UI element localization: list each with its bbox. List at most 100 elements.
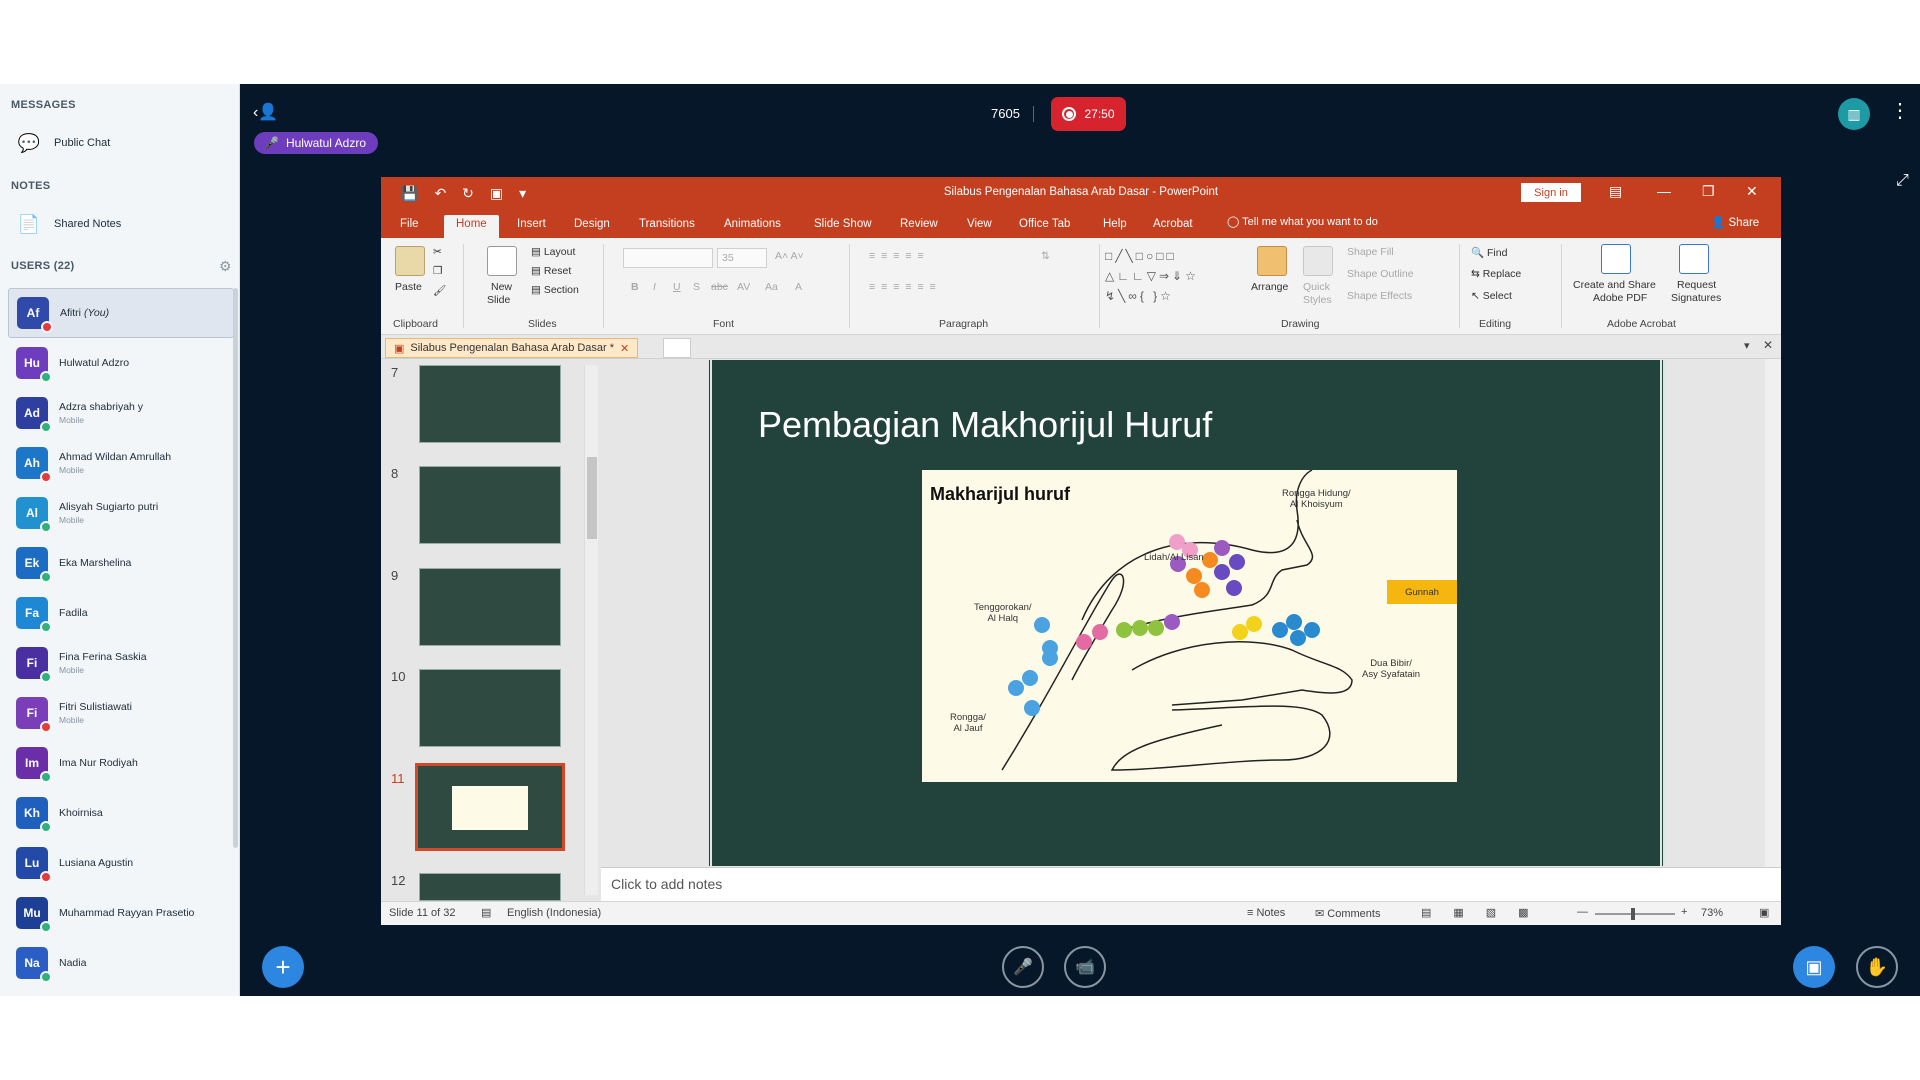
slide-title[interactable]: Pembagian Makhorijul Huruf [758, 404, 1212, 446]
sign-in-button[interactable]: Sign in [1521, 183, 1581, 202]
bold-icon[interactable]: B [631, 281, 639, 293]
user-list-item[interactable]: Af Afitri (You) [8, 288, 234, 338]
new-slide-button-line2[interactable]: Slide [487, 294, 510, 306]
user-list-item[interactable]: Ad Adzra shabriyah y Mobile [8, 388, 234, 438]
tab-transitions[interactable]: Transitions [639, 215, 695, 238]
ribbon-display-icon[interactable]: ▤ [1609, 183, 1622, 200]
notes-pane[interactable]: Click to add notes [601, 867, 1781, 901]
close-tab-icon[interactable]: ✕ [620, 342, 629, 355]
tab-file[interactable]: File [400, 215, 419, 238]
arrange-icon[interactable] [1257, 246, 1287, 276]
shadow-icon[interactable]: S [693, 281, 700, 293]
cut-icon[interactable]: ✂ [433, 246, 442, 258]
minimize-icon[interactable]: — [1657, 183, 1671, 199]
shapes-gallery[interactable]: □╱╲□○□□ △∟∟▽⇒⇓☆ ↯╲∞{ }☆ [1105, 246, 1241, 306]
user-list-item[interactable]: Fi Fitri Sulistiawati Mobile [8, 688, 234, 738]
quick-styles-line2[interactable]: Styles [1303, 294, 1332, 306]
document-tab[interactable]: ▣ Silabus Pengenalan Bahasa Arab Dasar *… [385, 338, 639, 358]
user-list-scrollbar[interactable] [233, 288, 238, 848]
microphone-muted-icon[interactable]: 🎤 [1002, 946, 1044, 988]
tab-acrobat[interactable]: Acrobat [1153, 215, 1193, 238]
actions-plus-button[interactable]: + [262, 946, 304, 988]
tell-me-search[interactable]: ◯ Tell me what you want to do [1227, 215, 1378, 228]
presentation-icon[interactable]: ▣ [1793, 946, 1835, 988]
underline-icon[interactable]: U [673, 281, 681, 293]
tab-office-tab[interactable]: Office Tab [1019, 215, 1070, 238]
create-pdf-line2[interactable]: Adobe PDF [1593, 292, 1647, 304]
layout-button[interactable]: ▤ Layout [531, 246, 575, 258]
tab-review[interactable]: Review [900, 215, 938, 238]
find-button[interactable]: 🔍 Find [1471, 246, 1507, 259]
current-slide[interactable]: Pembagian Makhorijul Huruf Makharijul hu… [707, 360, 1665, 866]
signature-icon[interactable] [1679, 244, 1709, 274]
shape-effects-button[interactable]: Shape Effects [1347, 290, 1412, 302]
create-pdf-button[interactable]: Create and Share [1573, 279, 1656, 291]
recording-indicator[interactable]: 27:50 [1051, 97, 1126, 131]
tab-slide-show[interactable]: Slide Show [814, 215, 872, 238]
request-signatures-line2[interactable]: Signatures [1671, 292, 1721, 304]
share-button[interactable]: 👤 Share [1711, 215, 1759, 229]
close-all-icon[interactable]: ✕ [1763, 338, 1773, 352]
grow-font-icon[interactable]: A˄ A˅ [775, 250, 804, 262]
pdf-icon[interactable] [1601, 244, 1631, 274]
user-list-item[interactable]: Kh Khoirnisa [8, 788, 234, 838]
user-list-item[interactable]: Al Alisyah Sugiarto putri Mobile [8, 488, 234, 538]
font-size-select[interactable]: 35 [717, 248, 767, 268]
user-list-item[interactable]: Ek Eka Marshelina [8, 538, 234, 588]
font-color-icon[interactable]: A [795, 281, 802, 293]
fit-slide-icon[interactable]: ▣ [1759, 906, 1769, 919]
section-button[interactable]: ▤ Section [531, 284, 579, 296]
slide-thumbnail-active[interactable] [415, 763, 565, 851]
zoom-level[interactable]: 73% [1701, 907, 1723, 919]
zoom-slider-thumb[interactable] [1631, 908, 1635, 920]
thumbnail-scrollbar[interactable] [584, 365, 598, 895]
user-list-item[interactable]: Lu Lusiana Agustin [8, 838, 234, 888]
arrange-button[interactable]: Arrange [1251, 281, 1288, 293]
paste-button[interactable]: Paste [395, 281, 422, 293]
zoom-in-icon[interactable]: + [1681, 906, 1687, 918]
select-button[interactable]: ↖ Select [1471, 290, 1512, 302]
user-list-item[interactable]: Fi Fina Ferina Saskia Mobile [8, 638, 234, 688]
user-list-item[interactable]: Na Nadia [8, 938, 234, 988]
options-menu-icon[interactable]: ⋮ [1890, 98, 1910, 123]
restore-icon[interactable]: ❐ [1702, 183, 1715, 200]
camera-off-icon[interactable]: 📹 [1064, 946, 1106, 988]
notes-toggle[interactable]: ≡ Notes [1247, 907, 1285, 919]
user-list-item[interactable]: Im Ima Nur Rodiyah [8, 738, 234, 788]
char-spacing-icon[interactable]: AV [737, 281, 750, 293]
makharijul-diagram[interactable]: Makharijul huruf Rongga Hidung/Al Khoisy… [922, 470, 1457, 782]
italic-icon[interactable]: I [653, 281, 656, 293]
shape-fill-button[interactable]: Shape Fill [1347, 246, 1394, 258]
shape-outline-button[interactable]: Shape Outline [1347, 268, 1414, 280]
request-signatures-button[interactable]: Request [1677, 279, 1716, 291]
text-direction-icon[interactable]: ⇅ [1041, 250, 1050, 262]
strikethrough-icon[interactable]: abc [711, 281, 728, 293]
language-status[interactable]: English (Indonesia) [507, 907, 601, 919]
quick-styles-button[interactable]: Quick [1303, 281, 1330, 293]
tab-list-icon[interactable]: ▾ [1744, 339, 1750, 352]
gear-icon[interactable]: ⚙ [219, 258, 232, 275]
zoom-slider[interactable] [1595, 908, 1675, 920]
connection-status-icon[interactable]: ▥ [1838, 98, 1870, 130]
view-buttons[interactable]: ▤▦▧▩ [1421, 906, 1551, 919]
new-tab-button[interactable] [663, 338, 691, 358]
close-icon[interactable]: ✕ [1746, 183, 1758, 200]
fullscreen-icon[interactable]: ⤢ [1896, 172, 1909, 190]
new-slide-button[interactable]: New [491, 281, 512, 293]
user-list-item[interactable]: Mu Muhammad Rayyan Prasetio [8, 888, 234, 938]
tab-insert[interactable]: Insert [517, 215, 546, 238]
change-case-icon[interactable]: Aa [765, 281, 778, 293]
user-list-item[interactable]: Ah Ahmad Wildan Amrullah Mobile [8, 438, 234, 488]
slide-thumbnail[interactable] [419, 669, 561, 747]
align-icons[interactable]: ≡≡≡≡≡≡ [869, 281, 942, 293]
public-chat-link[interactable]: 💬 Public Chat [14, 127, 234, 159]
tab-design[interactable]: Design [574, 215, 610, 238]
slide-thumbnail[interactable] [419, 568, 561, 646]
format-painter-icon[interactable]: 🖌 [433, 284, 446, 297]
thumbnail-scroll-thumb[interactable] [587, 457, 597, 539]
slide-thumbnail[interactable] [419, 365, 561, 443]
shared-notes-link[interactable]: 📄 Shared Notes [14, 208, 234, 240]
tab-help[interactable]: Help [1103, 215, 1127, 238]
user-list-item[interactable]: Fa Fadila [8, 588, 234, 638]
slide-thumbnail[interactable] [419, 466, 561, 544]
